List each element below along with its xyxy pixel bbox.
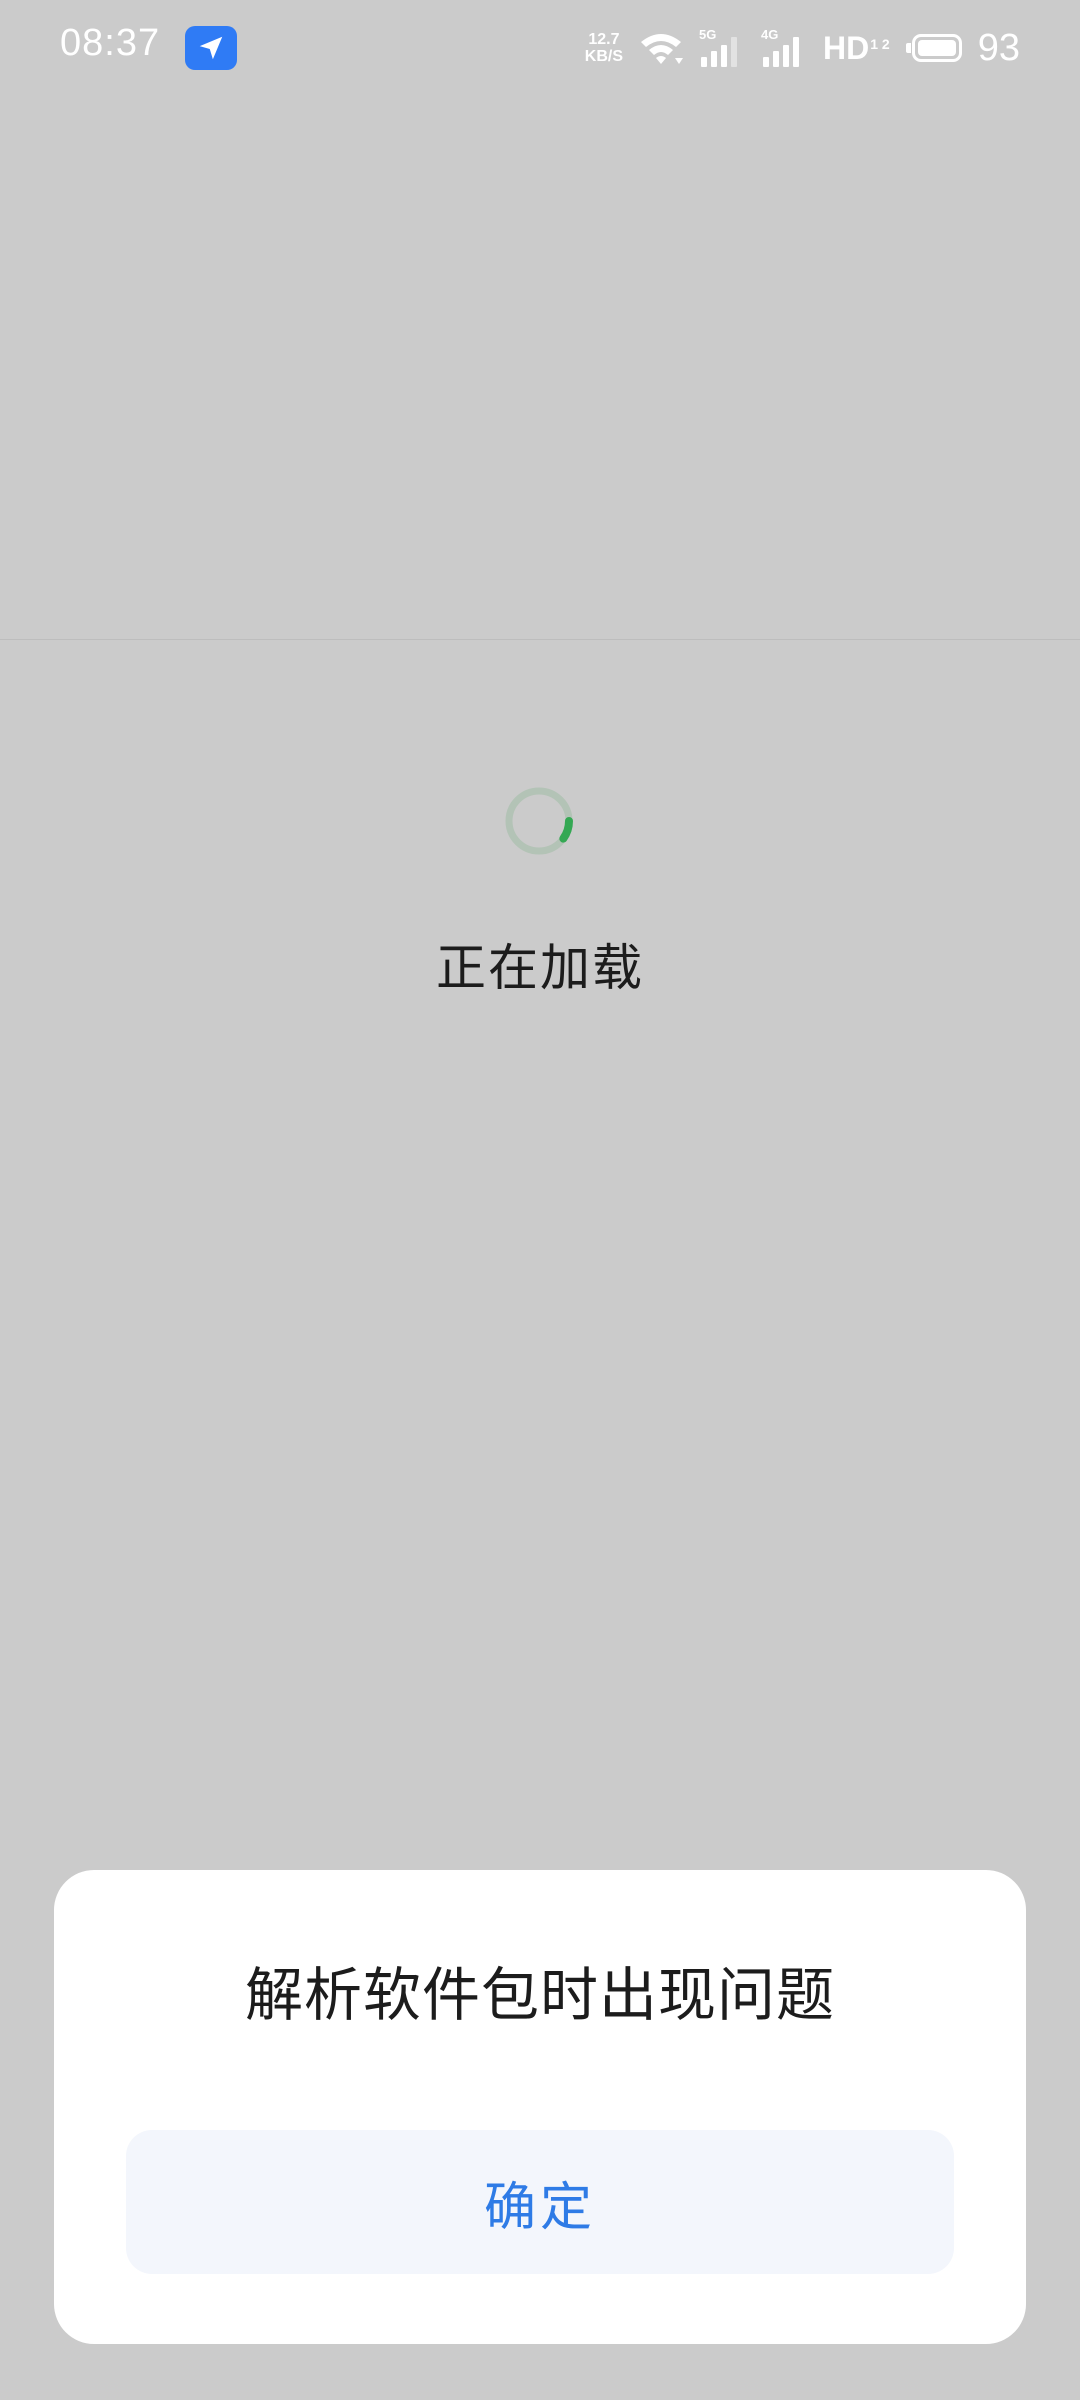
network-speed-value: 12.7 — [588, 31, 620, 48]
battery-icon — [905, 34, 962, 62]
wifi-icon — [641, 34, 684, 64]
battery-level: 93 — [977, 26, 1020, 69]
loading-text: 正在加载 — [436, 939, 644, 997]
error-dialog: 解析软件包时出现问题 确定 — [54, 1870, 1026, 2344]
hd-voice-indicator: HD1 2 — [823, 30, 890, 67]
status-time: 08:37 — [60, 22, 161, 64]
navigation-arrow-icon — [185, 26, 237, 70]
status-bar: 08:37 12.7 KB/S 5G 4G HD1 2 93 — [0, 0, 1080, 96]
confirm-button[interactable]: 确定 — [126, 2130, 954, 2274]
hd-sub-label: 1 2 — [870, 35, 890, 52]
loading-spinner-icon — [505, 787, 573, 855]
divider — [0, 639, 1080, 640]
signal-sim2-icon: 4G — [761, 27, 807, 69]
hd-label: HD — [823, 29, 870, 66]
dialog-title: 解析软件包时出现问题 — [244, 1961, 835, 2029]
network-speed-unit: KB/S — [584, 48, 624, 65]
signal-sim1-icon: 5G — [699, 27, 745, 69]
status-icons: 12.7 KB/S 5G 4G HD1 2 93 — [585, 22, 1020, 74]
network-speed: 12.7 KB/S — [585, 31, 623, 65]
